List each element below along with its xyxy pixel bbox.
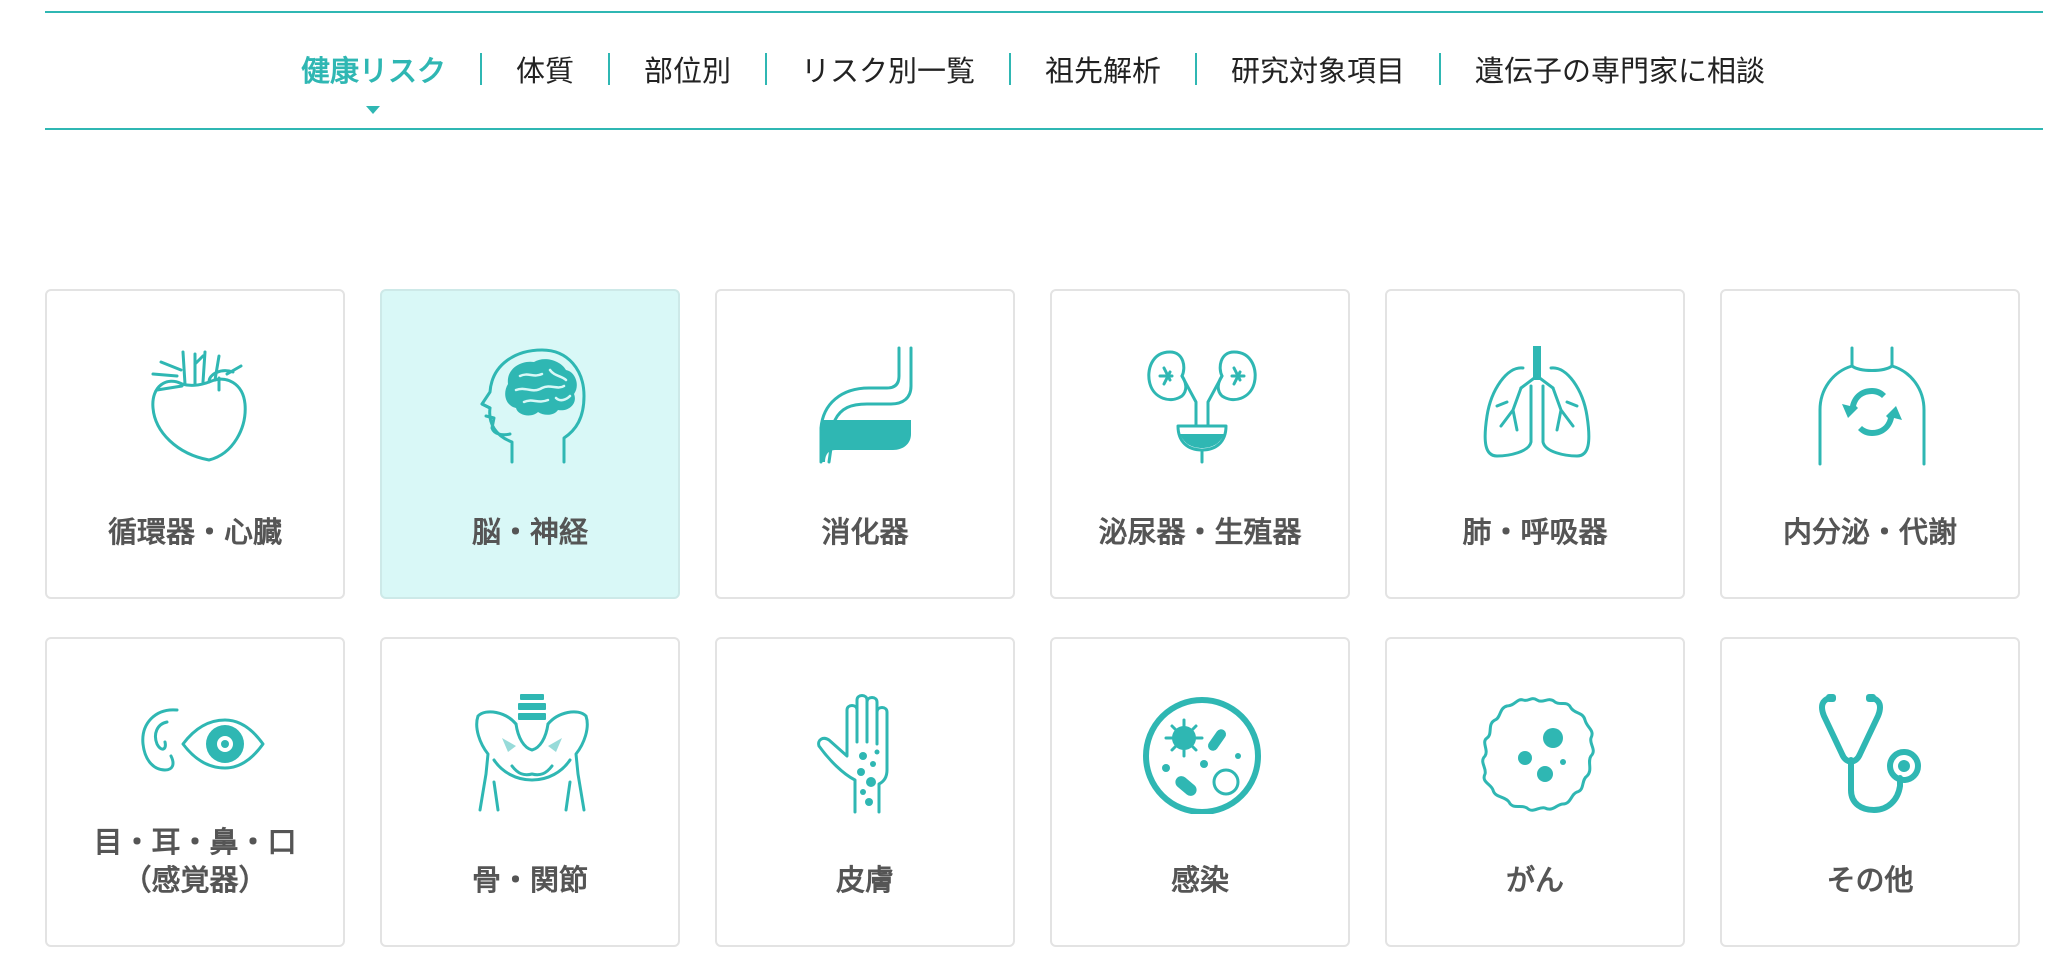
nav-tab-research-items[interactable]: 研究対象項目 — [1197, 48, 1439, 90]
nav-tab-label: 健康リスク — [300, 54, 446, 88]
category-label: その他 — [1826, 863, 1914, 897]
metabolism-icon — [1818, 346, 1926, 466]
category-card-urinary-reproductive[interactable]: 泌尿器・生殖器 — [1050, 289, 1350, 599]
top-divider — [45, 11, 2043, 13]
category-label: 循環器・心臓 — [107, 515, 282, 549]
category-card-endocrine-metabolism[interactable]: 内分泌・代謝 — [1720, 289, 2020, 599]
eye-ear-icon — [141, 708, 265, 772]
nav-tab-ancestry[interactable]: 祖先解析 — [1011, 48, 1195, 90]
category-label: がん — [1505, 863, 1564, 897]
nav-tab-label: 体質 — [515, 54, 574, 88]
nav-tab-label: 部位別 — [643, 54, 731, 88]
nav-tab-health-risk[interactable]: 健康リスク — [267, 48, 480, 114]
nav-tab-constitution[interactable]: 体質 — [482, 48, 608, 90]
category-card-skin[interactable]: 皮膚 — [715, 637, 1015, 947]
category-card-lungs-respiratory[interactable]: 肺・呼吸器 — [1385, 289, 1685, 599]
category-label: 脳・神経 — [471, 515, 588, 549]
stomach-icon — [819, 346, 913, 464]
category-card-digestive[interactable]: 消化器 — [715, 289, 1015, 599]
category-card-bones-joints[interactable]: 骨・関節 — [380, 637, 680, 947]
nav-tab-label: 研究対象項目 — [1231, 54, 1406, 88]
category-label: 泌尿器・生殖器 — [1098, 515, 1302, 549]
category-label: 感染 — [1170, 863, 1229, 897]
active-caret-icon — [366, 106, 381, 114]
pelvis-bone-icon — [475, 694, 589, 812]
cancer-cell-icon — [1481, 697, 1595, 812]
category-card-cardiovascular[interactable]: 循環器・心臓 — [45, 289, 345, 599]
lungs-icon — [1483, 346, 1591, 458]
category-card-infection[interactable]: 感染 — [1050, 637, 1350, 947]
nav-bottom-divider — [45, 128, 2043, 130]
category-card-cancer[interactable]: がん — [1385, 637, 1685, 947]
stethoscope-icon — [1819, 694, 1921, 813]
heart-icon — [151, 350, 247, 462]
category-card-brain-nerves[interactable]: 脳・神経 — [380, 289, 680, 599]
category-label: 肺・呼吸器 — [1462, 515, 1608, 549]
category-label: 骨・関節 — [471, 863, 588, 897]
category-card-sensory-organs[interactable]: 目・耳・鼻・口 （感覚器） — [45, 637, 345, 947]
microbe-icon — [1143, 697, 1261, 814]
kidney-icon — [1147, 350, 1257, 464]
category-card-other[interactable]: その他 — [1720, 637, 2020, 947]
brain-head-icon — [480, 348, 586, 464]
nav-tab-label: リスク別一覧 — [800, 54, 975, 88]
category-label-sub: （感覚器） — [122, 863, 268, 897]
category-label: 内分泌・代謝 — [1782, 515, 1957, 549]
category-label: 皮膚 — [835, 863, 894, 897]
nav-tab-consult-expert[interactable]: 遺伝子の専門家に相談 — [1441, 48, 1799, 90]
category-label: 消化器 — [821, 515, 909, 549]
nav-tab-by-body-part[interactable]: 部位別 — [610, 48, 765, 90]
hand-skin-icon — [817, 694, 889, 814]
nav-tab-label: 祖先解析 — [1045, 54, 1162, 88]
category-grid: 循環器・心臓 脳・神経 消化器 泌尿器・生殖器 肺・呼吸器 内分泌・代謝 目・耳… — [45, 289, 2020, 947]
nav-tab-risk-list[interactable]: リスク別一覧 — [767, 48, 1009, 90]
top-nav: 健康リスク 体質 部位別 リスク別一覧 祖先解析 研究対象項目 遺伝子の専門家に… — [0, 46, 2066, 114]
nav-tab-label: 遺伝子の専門家に相談 — [1475, 54, 1766, 88]
